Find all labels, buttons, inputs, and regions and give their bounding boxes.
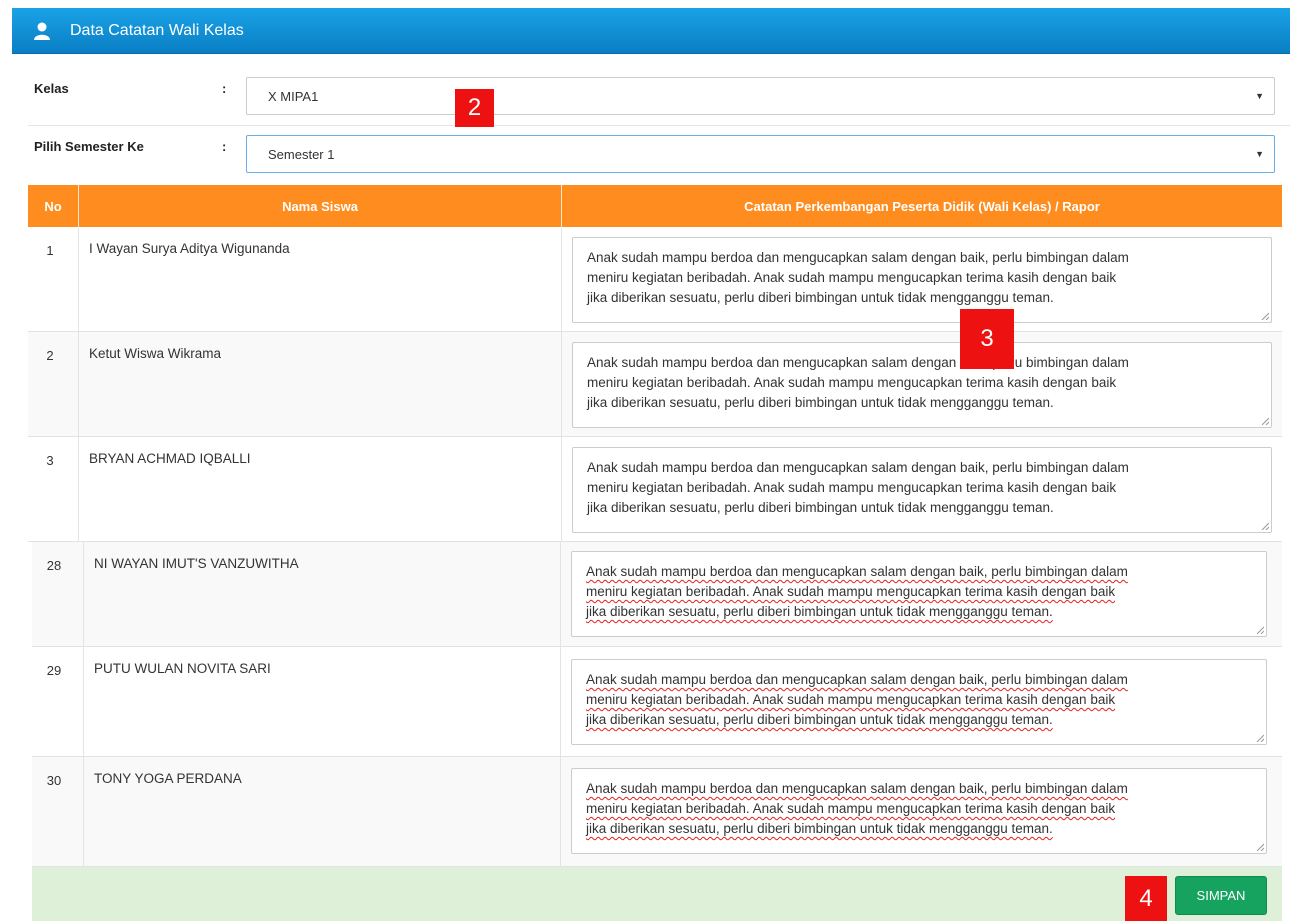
- note-line: jika diberikan sesuatu, perlu diberi bim…: [586, 604, 1053, 619]
- student-name: Ketut Wiswa Wikrama: [89, 346, 222, 361]
- column-divider: [560, 542, 561, 647]
- semester-select-value: Semester 1: [268, 146, 335, 162]
- kelas-select-value: X MIPA1: [268, 88, 319, 104]
- semester-label: Pilih Semester Ke: [34, 139, 144, 154]
- column-divider: [561, 227, 562, 332]
- semester-select[interactable]: Semester 1 ▼: [246, 135, 1275, 173]
- student-name: BRYAN ACHMAD IQBALLI: [89, 451, 251, 466]
- resize-handle-icon[interactable]: [1261, 312, 1269, 320]
- note-line: jika diberikan sesuatu, perlu diberi bim…: [587, 500, 1054, 515]
- resize-handle-icon[interactable]: [1261, 417, 1269, 425]
- student-name: TONY YOGA PERDANA: [94, 771, 242, 786]
- column-divider: [83, 542, 84, 647]
- table-header: No Nama Siswa Catatan Perkembangan Peser…: [28, 185, 1282, 227]
- student-name: NI WAYAN IMUT'S VANZUWITHA: [94, 556, 299, 571]
- kelas-row: Kelas : X MIPA1 ▼: [28, 70, 1290, 122]
- row-number: 3: [46, 453, 54, 468]
- note-textarea[interactable]: Anak sudah mampu berdoa dan mengucapkan …: [571, 768, 1267, 854]
- student-name: PUTU WULAN NOVITA SARI: [94, 661, 271, 676]
- column-header-name: Nama Siswa: [282, 198, 358, 214]
- note-line: jika diberikan sesuatu, perlu diberi bim…: [587, 290, 1054, 305]
- save-button[interactable]: SIMPAN: [1175, 876, 1267, 915]
- kelas-colon: :: [222, 81, 227, 96]
- note-line: meniru kegiatan beribadah. Anak sudah ma…: [587, 375, 1117, 390]
- note-line: jika diberikan sesuatu, perlu diberi bim…: [586, 821, 1053, 836]
- semester-row: Pilih Semester Ke : Semester 1 ▼: [28, 126, 1290, 182]
- chevron-down-icon: ▼: [1255, 149, 1264, 159]
- form-footer: [32, 867, 1282, 921]
- note-line: meniru kegiatan beribadah. Anak sudah ma…: [586, 584, 1116, 599]
- table-row: 1 I Wayan Surya Aditya Wigunanda Anak su…: [28, 227, 1282, 332]
- note-line: jika diberikan sesuatu, perlu diberi bim…: [587, 395, 1054, 410]
- note-line: Anak sudah mampu berdoa dan mengucapkan …: [587, 355, 1129, 370]
- panel-header: Data Catatan Wali Kelas: [12, 8, 1290, 54]
- column-divider: [78, 332, 79, 437]
- page-title: Data Catatan Wali Kelas: [70, 21, 244, 39]
- note-line: Anak sudah mampu berdoa dan mengucapkan …: [587, 250, 1129, 265]
- note-line: Anak sudah mampu berdoa dan mengucapkan …: [586, 672, 1128, 687]
- note-textarea[interactable]: Anak sudah mampu berdoa dan mengucapkan …: [572, 237, 1272, 323]
- note-line: meniru kegiatan beribadah. Anak sudah ma…: [586, 692, 1116, 707]
- note-line: meniru kegiatan beribadah. Anak sudah ma…: [587, 480, 1117, 495]
- note-line: Anak sudah mampu berdoa dan mengucapkan …: [586, 781, 1128, 796]
- annotation-badge: 3: [960, 309, 1014, 369]
- row-number: 29: [46, 663, 62, 678]
- annotation-badge: 2: [455, 89, 494, 127]
- column-divider: [83, 757, 84, 867]
- table-row: 3 BRYAN ACHMAD IQBALLI Anak sudah mampu …: [28, 437, 1282, 542]
- note-textarea[interactable]: Anak sudah mampu berdoa dan mengucapkan …: [571, 551, 1267, 637]
- column-divider: [561, 332, 562, 437]
- annotation-badge: 4: [1125, 876, 1167, 921]
- row-number: 2: [46, 348, 54, 363]
- column-header-note: Catatan Perkembangan Peserta Didik (Wali…: [744, 198, 1100, 214]
- column-divider: [78, 437, 79, 542]
- table-row: 28 NI WAYAN IMUT'S VANZUWITHA Anak sudah…: [32, 542, 1282, 647]
- column-header-no: No: [44, 198, 62, 214]
- column-divider: [560, 647, 561, 757]
- note-line: jika diberikan sesuatu, perlu diberi bim…: [586, 712, 1053, 727]
- user-icon: [34, 22, 50, 40]
- resize-handle-icon[interactable]: [1261, 522, 1269, 530]
- table-row: 30 TONY YOGA PERDANA Anak sudah mampu be…: [32, 757, 1282, 867]
- kelas-label: Kelas: [34, 81, 69, 96]
- column-divider: [78, 227, 79, 332]
- note-line: Anak sudah mampu berdoa dan mengucapkan …: [586, 564, 1128, 579]
- note-textarea[interactable]: Anak sudah mampu berdoa dan mengucapkan …: [572, 447, 1272, 533]
- student-name: I Wayan Surya Aditya Wigunanda: [89, 241, 290, 256]
- resize-handle-icon[interactable]: [1256, 626, 1264, 634]
- row-number: 30: [46, 773, 62, 788]
- note-line: meniru kegiatan beribadah. Anak sudah ma…: [586, 801, 1116, 816]
- chevron-down-icon: ▼: [1255, 91, 1264, 101]
- resize-handle-icon[interactable]: [1256, 734, 1264, 742]
- resize-handle-icon[interactable]: [1256, 843, 1264, 851]
- note-line: Anak sudah mampu berdoa dan mengucapkan …: [587, 460, 1129, 475]
- note-textarea[interactable]: Anak sudah mampu berdoa dan mengucapkan …: [571, 659, 1267, 745]
- kelas-select[interactable]: X MIPA1 ▼: [246, 77, 1275, 115]
- table-row: 29 PUTU WULAN NOVITA SARI Anak sudah mam…: [32, 647, 1282, 757]
- row-number: 28: [46, 558, 62, 573]
- column-divider: [560, 757, 561, 867]
- column-divider: [83, 647, 84, 757]
- table-row: 2 Ketut Wiswa Wikrama Anak sudah mampu b…: [28, 332, 1282, 437]
- note-textarea[interactable]: Anak sudah mampu berdoa dan mengucapkan …: [572, 342, 1272, 428]
- note-line: meniru kegiatan beribadah. Anak sudah ma…: [587, 270, 1117, 285]
- row-number: 1: [46, 243, 54, 258]
- semester-colon: :: [222, 139, 227, 154]
- column-divider: [561, 437, 562, 542]
